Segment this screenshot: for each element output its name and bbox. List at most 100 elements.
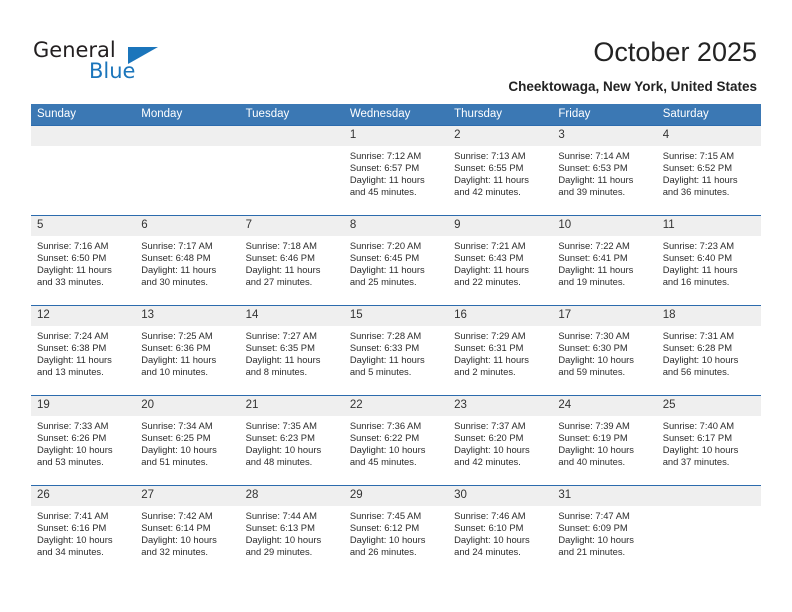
calendar-week-row: 5 Sunrise: 7:16 AM Sunset: 6:50 PM Daylight… — [31, 215, 761, 306]
day-number: 16 — [448, 306, 553, 326]
calendar-day-cell[interactable]: 16 Sunrise: 7:29 AM Sunset: 6:31 PM Dayligh… — [448, 305, 553, 396]
weekday-header-friday: Friday — [552, 104, 657, 126]
day-number: 4 — [656, 126, 761, 146]
calendar-day-cell[interactable]: 19 Sunrise: 7:33 AM Sunset: 6:26 PM Dayligh… — [31, 395, 136, 486]
calendar-page: General Blue October 2025 Cheektowaga, N… — [0, 0, 792, 612]
weekday-header-saturday: Saturday — [656, 104, 761, 126]
sunset-time: Sunset: 6:16 PM — [37, 522, 107, 534]
day-number: 21 — [239, 396, 344, 416]
day-details: Sunrise: 7:45 AM Sunset: 6:12 PM Daylight:… — [344, 506, 448, 558]
calendar-day-cell[interactable]: 3 Sunrise: 7:14 AM Sunset: 6:53 PM Daylight… — [552, 125, 657, 216]
weekday-header-sunday: Sunday — [31, 104, 136, 126]
sunset-time: Sunset: 6:20 PM — [454, 432, 524, 444]
day-details: Sunrise: 7:29 AM Sunset: 6:31 PM Daylight:… — [448, 326, 552, 378]
calendar-day-cell[interactable]: 21 Sunrise: 7:35 AM Sunset: 6:23 PM Dayligh… — [239, 395, 344, 486]
calendar-day-cell[interactable]: 27 Sunrise: 7:42 AM Sunset: 6:14 PM Dayligh… — [135, 485, 240, 575]
weekday-header-row: Sunday Monday Tuesday Wednesday Thursday… — [31, 104, 761, 126]
calendar-day-cell[interactable]: 18 Sunrise: 7:31 AM Sunset: 6:28 PM Dayligh… — [656, 305, 761, 396]
general-blue-logo[interactable]: General Blue — [33, 38, 213, 90]
daylight-duration-line1: Daylight: 11 hours — [141, 354, 217, 366]
daylight-duration-line2: and 24 minutes. — [454, 546, 521, 558]
daylight-duration-line2: and 5 minutes. — [349, 366, 412, 378]
sunrise-time: Sunrise: 7:42 AM — [141, 510, 213, 521]
day-details: Sunrise: 7:15 AM Sunset: 6:52 PM Daylight:… — [657, 146, 761, 198]
calendar-day-cell[interactable]: 24 Sunrise: 7:39 AM Sunset: 6:19 PM Dayligh… — [552, 395, 657, 486]
calendar-day-cell[interactable]: 6 Sunrise: 7:17 AM Sunset: 6:48 PM Daylight… — [135, 215, 240, 306]
calendar-day-cell[interactable]: 15 Sunrise: 7:28 AM Sunset: 6:33 PM Dayligh… — [343, 305, 449, 396]
calendar-day-cell[interactable]: 29 Sunrise: 7:45 AM Sunset: 6:12 PM Dayligh… — [343, 485, 449, 575]
sunset-time: Sunset: 6:43 PM — [454, 252, 524, 264]
logo-text-blue: Blue — [89, 59, 136, 83]
daylight-duration-line1: Daylight: 11 hours — [349, 264, 425, 276]
day-details: Sunrise: 7:24 AM Sunset: 6:38 PM Daylight:… — [31, 326, 135, 378]
calendar-day-cell[interactable]: 23 Sunrise: 7:37 AM Sunset: 6:20 PM Dayligh… — [448, 395, 553, 486]
sunset-time: Sunset: 6:30 PM — [558, 342, 628, 354]
calendar-day-cell[interactable]: 7 Sunrise: 7:18 AM Sunset: 6:46 PM Daylight… — [239, 215, 344, 306]
calendar-day-cell[interactable]: 2 Sunrise: 7:13 AM Sunset: 6:55 PM Daylight… — [448, 125, 553, 216]
calendar-day-cell[interactable]: 12 Sunrise: 7:24 AM Sunset: 6:38 PM Dayligh… — [31, 305, 136, 396]
calendar-day-cell[interactable]: 14 Sunrise: 7:27 AM Sunset: 6:35 PM Dayligh… — [239, 305, 344, 396]
day-number: 18 — [656, 306, 761, 326]
daylight-duration-line2: and 33 minutes. — [37, 276, 104, 288]
sunset-time: Sunset: 6:19 PM — [558, 432, 628, 444]
weekday-header-tuesday: Tuesday — [239, 104, 344, 126]
daylight-duration-line2: and 51 minutes. — [141, 456, 208, 468]
day-number: 9 — [448, 216, 553, 236]
day-number — [239, 126, 344, 146]
calendar-day-cell[interactable]: 11 Sunrise: 7:23 AM Sunset: 6:40 PM Dayligh… — [656, 215, 761, 306]
sunset-time: Sunset: 6:55 PM — [454, 162, 524, 174]
sunrise-time: Sunrise: 7:18 AM — [245, 240, 317, 251]
calendar-day-cell[interactable]: 17 Sunrise: 7:30 AM Sunset: 6:30 PM Dayligh… — [552, 305, 657, 396]
sunrise-time: Sunrise: 7:15 AM — [662, 150, 735, 161]
calendar-day-cell[interactable]: 31 Sunrise: 7:47 AM Sunset: 6:09 PM Dayligh… — [552, 485, 657, 575]
daylight-duration-line2: and 22 minutes. — [454, 276, 521, 288]
calendar-day-cell[interactable]: 8 Sunrise: 7:20 AM Sunset: 6:45 PM Daylight… — [343, 215, 449, 306]
calendar-day-cell[interactable]: 1 Sunrise: 7:12 AM Sunset: 6:57 PM Daylight… — [343, 125, 449, 216]
sunset-time: Sunset: 6:35 PM — [245, 342, 315, 354]
sunrise-time: Sunrise: 7:22 AM — [558, 240, 630, 251]
calendar-day-cell[interactable]: 13 Sunrise: 7:25 AM Sunset: 6:36 PM Dayligh… — [135, 305, 240, 396]
daylight-duration-line1: Daylight: 11 hours — [558, 174, 634, 186]
calendar-day-cell[interactable]: 5 Sunrise: 7:16 AM Sunset: 6:50 PM Daylight… — [31, 215, 136, 306]
day-number: 30 — [448, 486, 553, 506]
day-details: Sunrise: 7:39 AM Sunset: 6:19 PM Daylight:… — [552, 416, 656, 468]
sunrise-time: Sunrise: 7:39 AM — [558, 420, 630, 431]
sunset-time: Sunset: 6:48 PM — [141, 252, 211, 264]
calendar-day-cell[interactable]: 10 Sunrise: 7:22 AM Sunset: 6:41 PM Dayligh… — [552, 215, 657, 306]
calendar-day-cell[interactable]: 28 Sunrise: 7:44 AM Sunset: 6:13 PM Dayligh… — [239, 485, 344, 575]
calendar-day-cell[interactable]: 30 Sunrise: 7:46 AM Sunset: 6:10 PM Dayligh… — [448, 485, 553, 575]
daylight-duration-line1: Daylight: 11 hours — [454, 354, 529, 366]
daylight-duration-line1: Daylight: 10 hours — [349, 534, 426, 546]
calendar-week-row: 12 Sunrise: 7:24 AM Sunset: 6:38 PM Dayligh… — [31, 305, 761, 396]
day-number: 28 — [239, 486, 344, 506]
day-details: Sunrise: 7:36 AM Sunset: 6:22 PM Daylight:… — [344, 416, 448, 468]
day-number: 1 — [343, 126, 449, 146]
sunrise-time: Sunrise: 7:47 AM — [558, 510, 630, 521]
day-details: Sunrise: 7:23 AM Sunset: 6:40 PM Daylight:… — [657, 236, 761, 288]
calendar-day-cell[interactable]: 20 Sunrise: 7:34 AM Sunset: 6:25 PM Dayligh… — [135, 395, 240, 486]
calendar-day-cell[interactable]: 22 Sunrise: 7:36 AM Sunset: 6:22 PM Dayligh… — [343, 395, 449, 486]
daylight-duration-line1: Daylight: 11 hours — [37, 354, 112, 366]
calendar-day-cell[interactable]: 9 Sunrise: 7:21 AM Sunset: 6:43 PM Daylight… — [448, 215, 553, 306]
sunrise-time: Sunrise: 7:29 AM — [454, 330, 526, 341]
sunset-time: Sunset: 6:40 PM — [662, 252, 732, 264]
weekday-header-wednesday: Wednesday — [343, 104, 449, 126]
sunset-time: Sunset: 6:09 PM — [558, 522, 628, 534]
calendar-day-cell[interactable]: 4 Sunrise: 7:15 AM Sunset: 6:52 PM Daylight… — [656, 125, 761, 216]
day-number: 24 — [552, 396, 657, 416]
sunset-time: Sunset: 6:23 PM — [245, 432, 315, 444]
daylight-duration-line2: and 56 minutes. — [662, 366, 730, 378]
day-details: Sunrise: 7:42 AM Sunset: 6:14 PM Daylight:… — [135, 506, 239, 558]
day-number: 31 — [552, 486, 657, 506]
daylight-duration-line1: Daylight: 10 hours — [245, 444, 322, 456]
daylight-duration-line1: Daylight: 10 hours — [37, 444, 113, 456]
calendar-day-cell[interactable]: 26 Sunrise: 7:41 AM Sunset: 6:16 PM Dayligh… — [31, 485, 136, 575]
calendar-day-cell[interactable]: 25 Sunrise: 7:40 AM Sunset: 6:17 PM Dayligh… — [656, 395, 761, 486]
day-number: 13 — [135, 306, 240, 326]
day-number: 17 — [552, 306, 657, 326]
sunset-time: Sunset: 6:41 PM — [558, 252, 628, 264]
sunset-time: Sunset: 6:25 PM — [141, 432, 211, 444]
sunset-time: Sunset: 6:36 PM — [141, 342, 211, 354]
sunrise-time: Sunrise: 7:37 AM — [454, 420, 526, 431]
daylight-duration-line2: and 42 minutes. — [454, 186, 521, 198]
